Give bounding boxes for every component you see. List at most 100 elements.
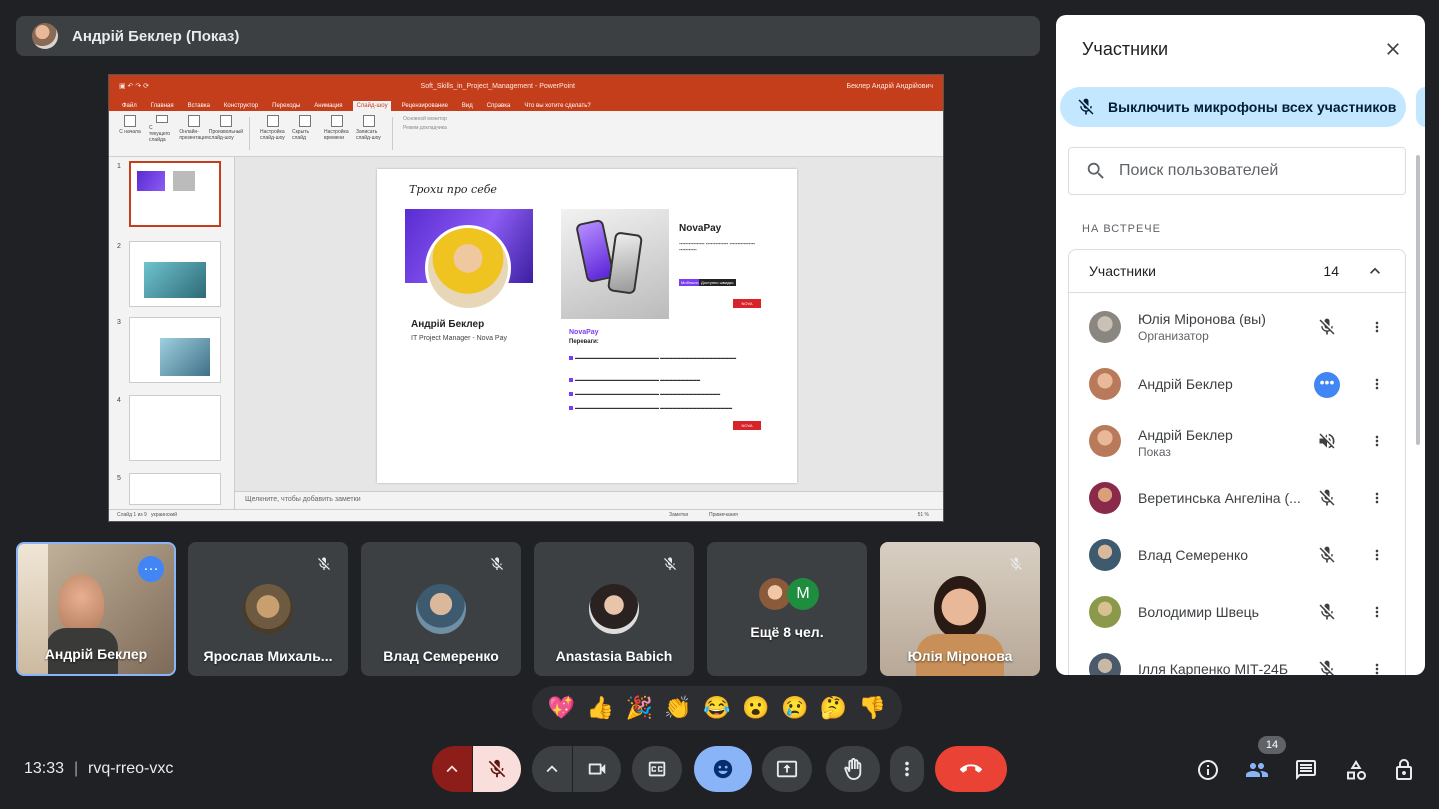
- ribbon-button: Скрыть слайд: [292, 115, 318, 143]
- participant-row[interactable]: Володимир Швець: [1069, 578, 1405, 635]
- reaction-thinking[interactable]: 🤔: [820, 695, 847, 721]
- participant-row[interactable]: Юлія Міронова (вы) Организатор: [1069, 293, 1405, 350]
- mic-off-icon: [1078, 98, 1094, 115]
- chat-button[interactable]: [1292, 756, 1320, 784]
- tile-participant[interactable]: Anastasia Babich: [534, 542, 694, 676]
- section-label: НА ВСТРЕЧЕ: [1082, 223, 1161, 235]
- reaction-thumbs-up[interactable]: 👍: [587, 695, 614, 721]
- thumbnail-slide-2: [129, 241, 221, 307]
- ppt-tabs: Файл Главная Вставка Конструктор Переход…: [109, 97, 943, 111]
- mic-off-icon[interactable]: [1317, 602, 1337, 622]
- more-vert-icon[interactable]: [1369, 317, 1385, 337]
- ppt-title: Soft_Skills_in_Project_Management - Powe…: [420, 82, 575, 90]
- ppt-tab-active: Слайд-шоу: [353, 101, 391, 111]
- mic-off-icon[interactable]: [1317, 488, 1337, 508]
- reaction-heart[interactable]: 💖: [548, 695, 575, 721]
- mic-off-icon[interactable]: [1317, 659, 1337, 675]
- ppt-tell-me: Что вы хотите сделать?: [524, 103, 591, 109]
- participant-name: Володимир Швець: [1138, 604, 1259, 620]
- host-controls-button[interactable]: [1390, 756, 1418, 784]
- more-options-button[interactable]: [890, 746, 924, 792]
- tile-self[interactable]: … Андрій Беклер: [16, 542, 176, 676]
- ppt-tab: Конструктор: [223, 103, 259, 109]
- more-vert-icon[interactable]: [1369, 488, 1385, 508]
- more-vert-icon[interactable]: [1369, 545, 1385, 565]
- mic-off-icon[interactable]: [1317, 545, 1337, 565]
- participant-row[interactable]: Веретинська Ангеліна (...: [1069, 464, 1405, 521]
- tile-participant[interactable]: Влад Семеренко: [361, 542, 521, 676]
- mic-off-icon[interactable]: [1317, 317, 1337, 337]
- slide-person-name: Андрій Беклер: [411, 319, 485, 330]
- tile-name: Ещё 8 чел.: [750, 624, 824, 640]
- reaction-surprised[interactable]: 😮: [742, 695, 769, 721]
- close-icon[interactable]: [1383, 39, 1403, 59]
- ppt-user: Беклер Андрій Андрійович: [846, 82, 933, 90]
- ribbon-button: Произвольный слайд-шоу: [209, 115, 243, 143]
- more-vert-icon[interactable]: [1369, 374, 1385, 394]
- leave-call-button[interactable]: [935, 746, 1007, 792]
- advantages-label: Переваги:: [569, 339, 599, 345]
- present-button[interactable]: [762, 746, 812, 792]
- video-options-button[interactable]: [532, 746, 572, 792]
- participant-row[interactable]: Андрій Беклер •••: [1069, 350, 1405, 407]
- hand-icon: [844, 758, 862, 780]
- captions-icon: [648, 761, 666, 777]
- reaction-laugh[interactable]: 😂: [703, 695, 730, 721]
- novapay-tag: Мобільно: [679, 279, 701, 286]
- more-vert-icon[interactable]: [1369, 431, 1385, 451]
- avatar: [416, 584, 466, 634]
- audio-options-button[interactable]: [432, 746, 472, 792]
- more-vert-icon[interactable]: [1369, 659, 1385, 675]
- more-options-icon[interactable]: …: [138, 556, 164, 582]
- mic-off-icon: [491, 557, 503, 570]
- chevron-up-icon: [1370, 267, 1380, 274]
- mic-off-icon: [318, 557, 330, 570]
- thumbnail-slide-1: [129, 161, 221, 227]
- participant-name: Андрій Беклер: [1138, 376, 1233, 392]
- ppt-tab: Анимация: [314, 103, 343, 109]
- tile-others[interactable]: M Ещё 8 чел.: [707, 542, 867, 676]
- mic-off-icon: [664, 557, 676, 570]
- presenter-mode: Режим докладчика: [403, 125, 447, 131]
- reaction-sad[interactable]: 😢: [781, 695, 808, 721]
- participant-row[interactable]: Влад Семеренко: [1069, 521, 1405, 578]
- present-screen-icon: [776, 760, 798, 778]
- current-slide: Трохи про себе Андрій Беклер IT Project …: [377, 169, 797, 483]
- ppt-ribbon: С начала С текущего слайда Онлайн-презен…: [109, 111, 943, 157]
- participants-group-header[interactable]: Участники 14: [1068, 249, 1406, 293]
- novapay-subtitle: NovaPay: [569, 329, 599, 336]
- raise-hand-button[interactable]: [826, 746, 880, 792]
- captions-button[interactable]: [632, 746, 682, 792]
- status-slide: Слайд 1 из 9: [117, 512, 147, 518]
- advantage-bullet: ▬▬▬▬▬▬▬▬▬▬▬▬▬▬▬▬▬▬▬▬▬ ▬▬▬▬▬▬▬▬▬▬▬▬▬▬▬▬▬▬: [569, 405, 753, 410]
- participants-panel: Участники Выключить микрофоны всех участ…: [1056, 15, 1425, 675]
- volume-off-icon[interactable]: [1317, 431, 1337, 451]
- shared-screen[interactable]: ▣ ↶ ↷ ⟳ Soft_Skills_in_Project_Managemen…: [108, 74, 944, 522]
- participant-row[interactable]: Ілля Карпенко МІТ-24Б: [1069, 635, 1405, 675]
- participant-row[interactable]: Андрій Беклер Показ: [1069, 407, 1405, 464]
- slide-title: Трохи про себе: [409, 183, 497, 196]
- mic-toggle-button[interactable]: [473, 746, 521, 792]
- reactions-button[interactable]: [694, 746, 752, 792]
- tile-participant[interactable]: Юлія Міронова: [880, 542, 1040, 676]
- search-input[interactable]: Поиск пользователей: [1068, 147, 1406, 195]
- participant-name: Веретинська Ангеліна (...: [1138, 490, 1301, 506]
- tile-participant[interactable]: Ярослав Михаль...: [188, 542, 348, 676]
- participants-button[interactable]: [1243, 756, 1271, 784]
- reaction-clap[interactable]: 👏: [664, 695, 691, 721]
- activities-button[interactable]: [1342, 756, 1370, 784]
- secondary-chip[interactable]: [1416, 87, 1425, 127]
- more-vert-icon[interactable]: [1369, 602, 1385, 622]
- panel-scrollbar[interactable]: [1416, 155, 1420, 445]
- ribbon-monitor: Основной монитор Режим докладчика: [403, 115, 553, 152]
- emoji-icon: [713, 759, 733, 779]
- shapes-icon: [1347, 760, 1366, 780]
- meeting-info-button[interactable]: [1194, 756, 1222, 784]
- chat-icon: [1296, 760, 1316, 780]
- ppt-tab: Справка: [486, 103, 511, 109]
- clock: 13:33: [24, 760, 65, 777]
- mute-all-button[interactable]: Выключить микрофоны всех участников: [1060, 87, 1406, 127]
- reaction-party[interactable]: 🎉: [625, 695, 652, 721]
- reaction-thumbs-down[interactable]: 👎: [859, 695, 886, 721]
- camera-toggle-button[interactable]: [573, 746, 621, 792]
